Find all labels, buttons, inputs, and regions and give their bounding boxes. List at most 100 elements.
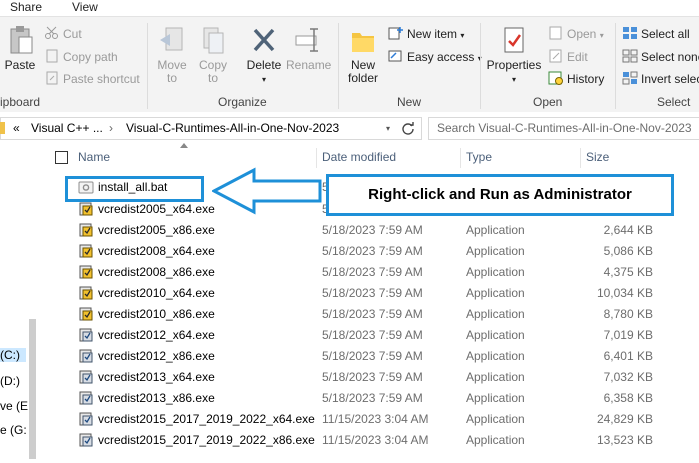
file-row[interactable]: vcredist2012_x64.exe 5/18/2023 7:59 AM A… <box>48 325 699 346</box>
select-all-icon <box>623 27 637 39</box>
file-row[interactable]: vcredist2008_x64.exe 5/18/2023 7:59 AM A… <box>48 241 699 262</box>
group-divider <box>615 23 616 109</box>
address-bar[interactable]: « Visual C++ ... › Visual-C-Runtimes-All… <box>0 117 422 140</box>
breadcrumb-segment-parent[interactable]: Visual C++ ... <box>31 121 103 135</box>
file-date: 5/18/2023 7:59 AM <box>322 286 423 300</box>
delete-button[interactable]: Delete ▾ <box>244 25 284 86</box>
file-row[interactable]: vcredist2005_x86.exe 5/18/2023 7:59 AM A… <box>48 220 699 241</box>
column-divider[interactable] <box>580 148 581 168</box>
move-to-button[interactable]: Move to <box>154 25 190 85</box>
copy-to-icon <box>203 27 224 54</box>
open-button[interactable]: Open ▾ <box>548 26 604 41</box>
group-organize-label: Organize <box>218 95 267 109</box>
copy-path-button[interactable]: Copy path <box>44 49 118 64</box>
instruction-callout: Right-click and Run as Administrator <box>326 174 674 216</box>
cut-button[interactable]: Cut <box>44 26 82 41</box>
installer-icon <box>79 265 93 279</box>
open-label: Open <box>567 27 597 41</box>
installer-icon <box>79 370 93 384</box>
file-type: Application <box>466 265 525 279</box>
rename-button[interactable]: Rename <box>286 25 332 72</box>
invert-selection-button[interactable]: Invert selec <box>622 71 699 86</box>
file-row[interactable]: vcredist2008_x86.exe 5/18/2023 7:59 AM A… <box>48 262 699 283</box>
navigation-pane: (C:) (D:) ve (E e (G: <box>0 144 40 463</box>
column-header-size[interactable]: Size <box>586 150 609 164</box>
address-bar-row: « Visual C++ ... › Visual-C-Runtimes-All… <box>0 112 699 144</box>
tab-share[interactable]: Share <box>10 0 42 14</box>
search-input[interactable]: Search Visual-C-Runtimes-All-in-One-Nov-… <box>428 117 699 140</box>
file-date: 5/18/2023 7:59 AM <box>322 370 423 384</box>
chevron-down-icon[interactable]: ▾ <box>386 124 390 133</box>
column-header-name[interactable]: Name <box>78 150 110 164</box>
file-row[interactable]: vcredist2013_x64.exe 5/18/2023 7:59 AM A… <box>48 367 699 388</box>
file-size: 2,644 KB <box>603 223 653 237</box>
file-row[interactable]: vcredist2015_2017_2019_2022_x64.exe 11/1… <box>48 409 699 430</box>
file-date: 5/18/2023 7:59 AM <box>322 349 423 363</box>
instruction-text: Right-click and Run as Administrator <box>368 186 632 203</box>
new-folder-button[interactable]: New folder <box>343 25 383 85</box>
edit-label: Edit <box>567 50 588 64</box>
group-divider <box>480 23 481 109</box>
easy-access-icon <box>388 50 402 62</box>
file-name: vcredist2005_x64.exe <box>98 202 215 216</box>
column-header-type[interactable]: Type <box>466 150 492 164</box>
tab-view[interactable]: View <box>72 0 98 14</box>
breadcrumb-separator[interactable]: › <box>109 121 113 135</box>
file-row[interactable]: vcredist2015_2017_2019_2022_x86.exe 11/1… <box>48 430 699 451</box>
file-row[interactable]: vcredist2012_x86.exe 5/18/2023 7:59 AM A… <box>48 346 699 367</box>
paste-button[interactable]: Paste <box>2 25 38 72</box>
file-row[interactable]: vcredist2010_x64.exe 5/18/2023 7:59 AM A… <box>48 283 699 304</box>
edit-button[interactable]: Edit <box>548 49 588 64</box>
refresh-icon[interactable] <box>401 121 415 135</box>
file-type: Application <box>466 433 525 447</box>
move-to-label: to <box>166 71 177 85</box>
search-placeholder: Search Visual-C-Runtimes-All-in-One-Nov-… <box>437 121 692 135</box>
file-date: 11/15/2023 3:04 AM <box>322 412 429 426</box>
paste-icon <box>10 26 33 54</box>
select-none-icon <box>622 49 638 63</box>
file-row[interactable]: vcredist2013_x86.exe 5/18/2023 7:59 AM A… <box>48 388 699 409</box>
paste-shortcut-button[interactable]: Paste shortcut <box>44 71 140 86</box>
rename-label: Rename <box>286 58 332 72</box>
select-none-button[interactable]: Select none <box>622 49 699 64</box>
installer-icon <box>79 223 93 237</box>
new-item-button[interactable]: New item ▾ <box>388 26 464 41</box>
breadcrumb-overflow[interactable]: « <box>13 121 20 135</box>
properties-label: Properties <box>486 58 542 72</box>
installer-icon <box>79 412 93 426</box>
file-size: 6,401 KB <box>603 349 653 363</box>
scissors-icon <box>45 26 58 39</box>
select-all-checkbox[interactable] <box>55 151 68 164</box>
select-all-button[interactable]: Select all <box>622 26 690 41</box>
file-size: 7,019 KB <box>603 328 653 342</box>
file-name: vcredist2008_x86.exe <box>98 265 215 279</box>
file-name: vcredist2015_2017_2019_2022_x86.exe <box>98 433 315 447</box>
copy-path-label: Copy path <box>63 50 118 64</box>
nav-item-drive-g[interactable]: e (G: <box>0 423 27 437</box>
properties-button[interactable]: Properties ▾ <box>486 25 542 86</box>
nav-scrollbar[interactable] <box>29 319 36 459</box>
file-date: 5/18/2023 7:59 AM <box>322 391 423 405</box>
nav-item-drive-c[interactable]: (C:) <box>0 348 26 362</box>
copy-to-button[interactable]: Copy to <box>196 25 230 85</box>
file-date: 5/18/2023 7:59 AM <box>322 223 423 237</box>
file-size: 7,032 KB <box>603 370 653 384</box>
paste-label: Paste <box>4 58 36 72</box>
column-divider[interactable] <box>316 148 317 168</box>
history-button[interactable]: History <box>548 71 604 86</box>
file-row[interactable]: vcredist2010_x86.exe 5/18/2023 7:59 AM A… <box>48 304 699 325</box>
breadcrumb-segment-current[interactable]: Visual-C-Runtimes-All-in-One-Nov-2023 <box>126 121 339 135</box>
file-type: Application <box>466 391 525 405</box>
nav-item-drive-d[interactable]: (D:) <box>0 374 20 388</box>
column-header-date[interactable]: Date modified <box>322 150 396 164</box>
column-divider[interactable] <box>460 148 461 168</box>
cut-label: Cut <box>63 27 82 41</box>
file-size: 10,034 KB <box>596 286 653 300</box>
nav-item-drive-e[interactable]: ve (E <box>0 399 28 413</box>
file-size: 24,829 KB <box>596 412 653 426</box>
group-divider <box>147 23 148 109</box>
easy-access-button[interactable]: Easy access ▾ <box>388 49 482 64</box>
installer-icon <box>79 328 93 342</box>
ribbon-tab-bar: Share View <box>0 0 699 16</box>
open-icon <box>549 26 562 40</box>
